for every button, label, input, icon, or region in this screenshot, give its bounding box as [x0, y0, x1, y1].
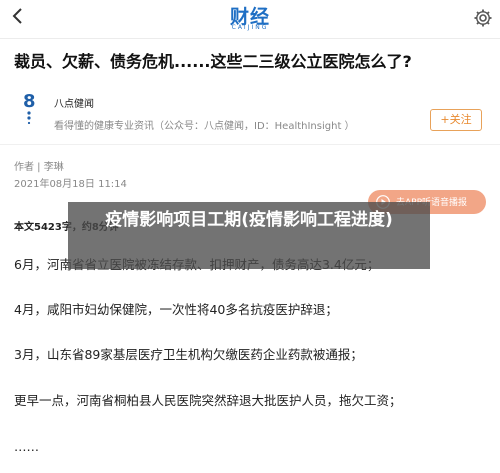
svg-text:8: 8: [23, 91, 36, 112]
source-description: 看得懂的健康专业资讯（公众号：八点健闻，ID：HealthInsight ）: [54, 121, 355, 132]
caption-overlay: 疫情影响项目工期(疫情影响工程进度): [68, 202, 430, 269]
divider: [0, 144, 500, 145]
source-logo-icon[interactable]: 8: [22, 90, 42, 124]
paragraph: ……: [14, 439, 39, 454]
logo-subtext: CAIJING: [231, 24, 269, 31]
article-title: 裁员、欠薪、债务危机......这些二三级公立医院怎么了?: [14, 52, 412, 71]
follow-button[interactable]: +关注: [430, 109, 482, 131]
gear-icon[interactable]: [473, 8, 493, 28]
author: 作者 | 李琳: [14, 162, 64, 173]
divider: [0, 38, 500, 39]
app-logo: 财经 CAIJING: [222, 2, 278, 32]
source-row: 8 八点健闻 看得懂的健康专业资讯（公众号：八点健闻，ID：HealthInsi…: [14, 90, 486, 132]
paragraph: 3月，山东省89家基层医疗卫生机构欠缴医药企业药款被通报；: [14, 347, 363, 362]
overlay-caption: 疫情影响项目工期(疫情影响工程进度): [105, 210, 393, 230]
chevron-left-icon[interactable]: [8, 6, 28, 26]
paragraph: 更早一点，河南省桐柏县人民医院突然辞退大批医护人员，拖欠工资；: [14, 393, 402, 408]
publish-datetime: 2021年08月18日 11:14: [14, 179, 127, 190]
paragraph: 4月，咸阳市妇幼保健院，一次性将40多名抗疫医护辞退；: [14, 302, 338, 317]
source-name[interactable]: 八点健闻: [54, 95, 94, 110]
top-bar: 财经 CAIJING: [0, 0, 500, 38]
